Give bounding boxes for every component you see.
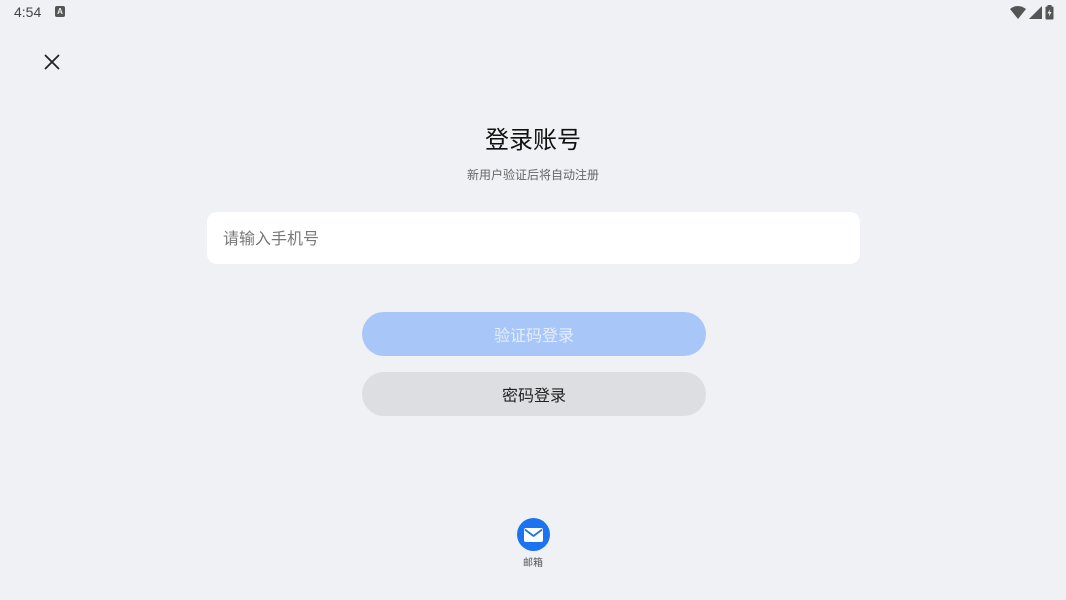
email-icon-circle	[516, 518, 550, 551]
battery-icon	[1045, 4, 1054, 19]
email-label: 邮箱	[523, 558, 543, 569]
status-bar: 4:54 A	[0, 0, 1066, 24]
status-time: 4:54	[14, 4, 42, 20]
email-login-option[interactable]: 邮箱	[503, 518, 563, 569]
notification-app-icon: A	[55, 6, 65, 17]
page-subtitle: 新用户验证后将自动注册	[466, 168, 599, 182]
close-icon	[44, 54, 60, 70]
password-login-button[interactable]: 密码登录	[362, 372, 706, 416]
close-button[interactable]	[38, 48, 66, 76]
phone-number-input[interactable]	[207, 212, 860, 264]
wifi-icon	[1010, 5, 1026, 19]
signal-icon	[1029, 5, 1042, 19]
mail-icon	[523, 527, 543, 542]
code-login-button[interactable]: 验证码登录	[362, 312, 706, 356]
page-title: 登录账号	[485, 126, 581, 154]
status-icons	[1010, 4, 1054, 20]
